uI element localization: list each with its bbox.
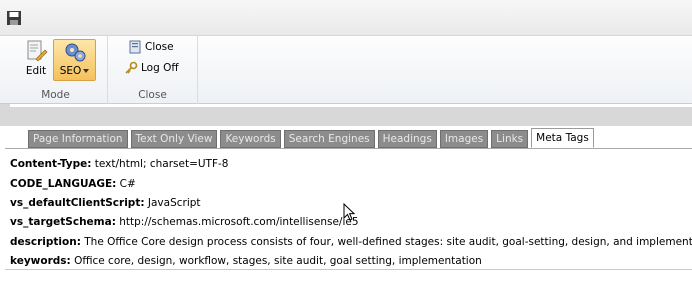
mouse-pointer-icon [343,203,355,221]
meta-row: keywords: Office core, design, workflow,… [10,255,482,267]
key-icon [125,61,138,74]
close-group: Close Log Off Close [108,36,198,104]
meta-key: vs_defaultClientScript: [10,197,145,209]
chevron-down-icon [83,69,90,73]
close-document-icon [129,40,141,54]
ribbon: Edit SEO Mode Close Log Off Close [0,36,692,104]
meta-key: description: [10,236,81,248]
meta-key: vs_targetSchema: [10,216,116,228]
tab-links[interactable]: Links [491,130,529,148]
meta-value: text/html; charset=UTF-8 [91,158,229,170]
tab-keywords[interactable]: Keywords [220,130,281,148]
meta-row: description: The Office Core design proc… [10,236,692,248]
tab-meta-tags[interactable]: Meta Tags [531,128,594,148]
mode-group: Edit SEO Mode [4,36,108,104]
seo-label: SEO [59,65,82,77]
edit-page-icon [27,40,48,62]
meta-row: vs_targetSchema: http://schemas.microsof… [10,216,359,228]
quick-access-toolbar [0,0,692,36]
meta-key: CODE_LANGUAGE: [10,178,117,190]
editor-edge [10,104,692,107]
edit-label: Edit [25,65,47,77]
meta-row: Content-Type: text/html; charset=UTF-8 [10,158,228,170]
page-separator-bar [0,104,692,126]
meta-value: http://schemas.microsoft.com/intellisens… [115,216,359,228]
tab-headings[interactable]: Headings [377,130,437,148]
tab-page-information[interactable]: Page Information [28,130,128,148]
meta-key: Content-Type: [10,158,92,170]
log-off-button[interactable]: Log Off [124,61,179,79]
save-icon[interactable] [6,10,22,26]
meta-key: keywords: [10,255,71,267]
seo-gears-icon [65,43,85,62]
tab-images[interactable]: Images [439,130,489,148]
log-off-label: Log Off [141,62,179,74]
close-button[interactable]: Close [128,40,174,58]
tab-text-only-view[interactable]: Text Only View [130,130,218,148]
meta-row: CODE_LANGUAGE: C# [10,178,136,190]
meta-value: JavaScript [144,197,201,209]
seo-report-tabs: Page Information Text Only View Keywords Se… [28,128,597,148]
meta-value: C# [116,178,136,190]
meta-value: The Office Core design process consists … [80,236,692,248]
meta-row: vs_defaultClientScript: JavaScript [10,197,201,209]
mode-group-label: Mode [41,89,70,101]
seo-button[interactable]: SEO [53,39,96,81]
close-label: Close [145,41,174,53]
meta-value: Office core, design, workflow, stages, s… [70,255,482,267]
close-group-label: Close [138,89,167,101]
tab-search-engines[interactable]: Search Engines [283,130,375,148]
edit-button[interactable]: Edit [18,39,54,81]
